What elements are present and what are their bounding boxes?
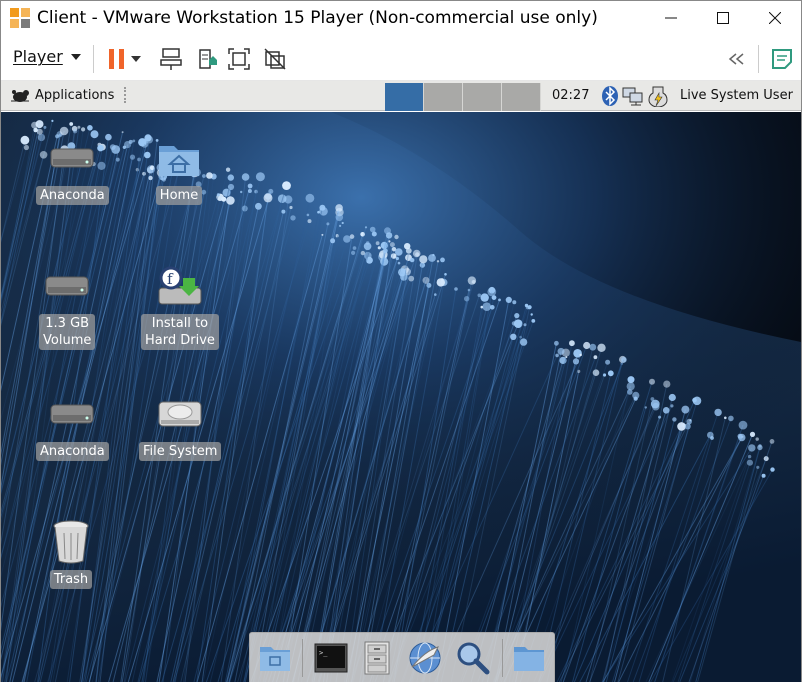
- desktop-icon-label: 1.3 GB Volume: [39, 314, 96, 350]
- power-icon: [648, 86, 668, 107]
- toolbar-divider: [758, 45, 759, 73]
- vmware-logo-icon: [9, 7, 31, 29]
- dock-divider: [502, 639, 503, 677]
- search-button[interactable]: [454, 639, 492, 677]
- wallpaper: [1, 112, 801, 682]
- trash-icon: [47, 518, 95, 566]
- desktop-icon-label: Home: [155, 186, 203, 205]
- desktop-icon-label: Trash: [49, 570, 93, 589]
- workspace-2[interactable]: [424, 83, 463, 111]
- terminal-button[interactable]: >_: [312, 639, 350, 677]
- desktop-icon-trash[interactable]: Trash: [47, 518, 95, 589]
- file-manager-button[interactable]: [358, 639, 396, 677]
- desktop-icon-label: Anaconda: [36, 186, 109, 205]
- panel-clock[interactable]: 02:27: [552, 88, 589, 103]
- svg-text:>_: >_: [319, 649, 328, 657]
- desktop-icon-anaconda[interactable]: Anaconda: [36, 134, 109, 205]
- network-icon: [622, 87, 643, 106]
- desktop-icon-anaconda-2[interactable]: Anaconda: [36, 390, 109, 461]
- fullscreen-button[interactable]: [224, 44, 254, 74]
- bottom-dock: >_: [249, 632, 555, 682]
- bluetooth-icon: [602, 86, 618, 106]
- guest-desktop[interactable]: Anaconda Home 1.3 GB Volume f Install to…: [1, 112, 801, 682]
- applications-label: Applications: [35, 87, 115, 103]
- show-desktop-button[interactable]: [256, 639, 294, 677]
- desktop-icon-label: File System: [139, 442, 222, 461]
- folder-button[interactable]: [510, 639, 548, 677]
- workspace-4[interactable]: [502, 83, 541, 111]
- user-name[interactable]: Live System User: [680, 88, 793, 103]
- minimize-button[interactable]: [645, 1, 697, 35]
- bluetooth-tray[interactable]: [599, 84, 621, 108]
- file-cabinet-icon: [364, 641, 390, 675]
- install-icon: f: [156, 262, 204, 310]
- power-tray[interactable]: [647, 84, 669, 108]
- send-ctrl-alt-del-icon: [160, 48, 182, 70]
- maximize-icon: [717, 12, 729, 24]
- notes-button[interactable]: [767, 44, 797, 74]
- desktop-icon-volume[interactable]: 1.3 GB Volume: [39, 262, 96, 350]
- collapse-icon: [728, 53, 744, 65]
- window-title: Client - VMware Workstation 15 Player (N…: [37, 8, 598, 28]
- pause-dropdown[interactable]: [127, 44, 145, 74]
- close-button[interactable]: [749, 1, 801, 35]
- web-browser-icon: [409, 642, 441, 674]
- terminal-icon: >_: [314, 643, 348, 673]
- drive-icon: [48, 134, 96, 182]
- guest-top-panel: Applications 02:27 Live System User: [1, 81, 801, 111]
- workspace-1[interactable]: [385, 83, 424, 111]
- close-icon: [769, 12, 781, 24]
- vmware-toolbar: Player: [1, 35, 801, 81]
- chevron-down-icon: [131, 56, 141, 62]
- applications-menu[interactable]: Applications: [9, 86, 127, 104]
- show-desktop-icon: [260, 647, 290, 671]
- maximize-button[interactable]: [697, 1, 749, 35]
- desktop-icon-install[interactable]: f Install to Hard Drive: [141, 262, 219, 350]
- web-browser-button[interactable]: [406, 639, 444, 677]
- player-menu[interactable]: Player: [13, 47, 81, 66]
- drive-icon: [43, 262, 91, 310]
- minimize-icon: [665, 17, 677, 19]
- desktop-icon-file-system[interactable]: File System: [139, 390, 222, 461]
- dock-divider: [302, 639, 303, 677]
- unity-icon: [264, 48, 286, 70]
- unity-button[interactable]: [260, 44, 290, 74]
- fullscreen-icon: [228, 48, 250, 70]
- panel-handle[interactable]: [124, 87, 127, 103]
- xfce-mouse-icon: [11, 90, 29, 102]
- chevron-down-icon: [70, 53, 81, 60]
- folder-icon: [514, 647, 544, 671]
- send-ctrl-alt-del-button[interactable]: [156, 44, 186, 74]
- removable-devices-icon: [199, 49, 217, 69]
- vmware-window: Client - VMware Workstation 15 Player (N…: [0, 0, 802, 682]
- removable-devices-button[interactable]: [192, 44, 222, 74]
- network-tray[interactable]: [622, 84, 644, 108]
- notes-icon: [772, 49, 792, 69]
- desktop-icon-label: Install to Hard Drive: [141, 314, 219, 350]
- search-icon: [457, 642, 490, 675]
- pause-icon: [109, 49, 124, 69]
- desktop-icon-label: Anaconda: [36, 442, 109, 461]
- drive-icon: [48, 390, 96, 438]
- workspace-3[interactable]: [463, 83, 502, 111]
- toolbar-divider: [93, 45, 94, 73]
- hard-disk-icon: [156, 390, 204, 438]
- home-folder-icon: [155, 134, 203, 182]
- desktop-icon-home[interactable]: Home: [155, 134, 203, 205]
- collapse-toolbar-button[interactable]: [723, 44, 753, 74]
- player-menu-label: Player: [13, 47, 63, 66]
